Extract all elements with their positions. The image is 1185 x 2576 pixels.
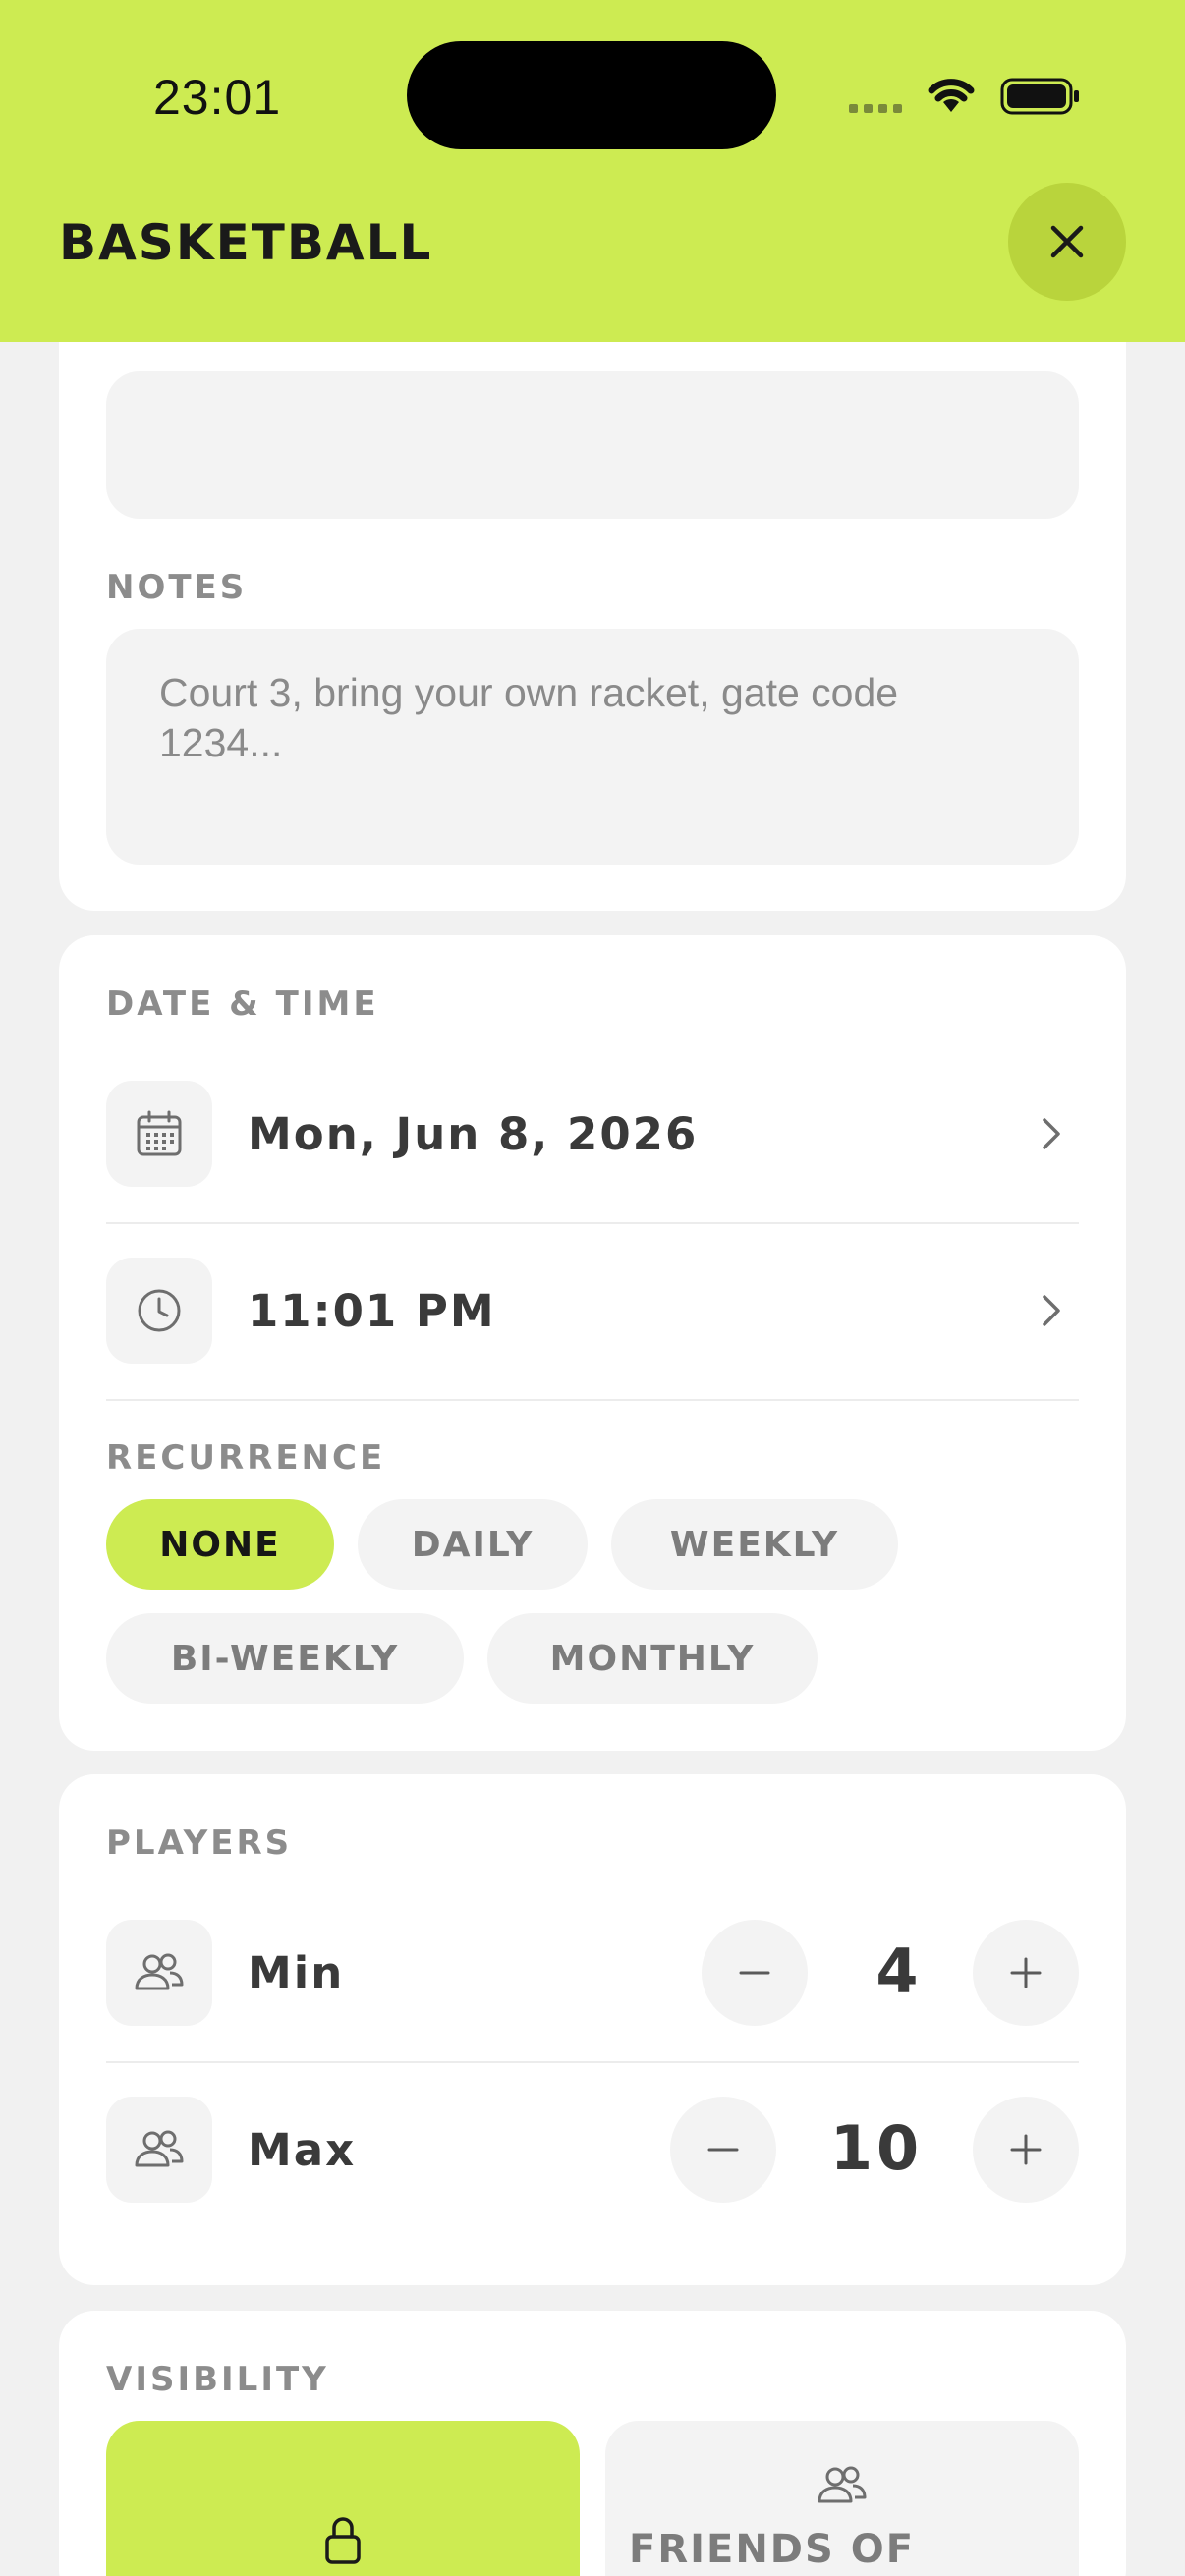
close-icon (1050, 225, 1084, 258)
page-title: BASKETBALL (59, 214, 433, 271)
minus-icon (739, 1971, 770, 1975)
max-players-value: 10 (829, 2112, 924, 2184)
players-label: PLAYERS (106, 1823, 293, 1863)
notes-field[interactable]: Court 3, bring your own racket, gate cod… (106, 629, 1079, 865)
recurrence-option-weekly[interactable]: WEEKLY (611, 1499, 898, 1590)
notes-label: NOTES (106, 568, 248, 607)
plus-icon (1010, 1957, 1042, 1988)
lock-icon (325, 2517, 361, 2564)
min-icon-box (106, 1920, 212, 2026)
time-icon-box (106, 1258, 212, 1364)
date-value: Mon, Jun 8, 2026 (248, 1108, 699, 1160)
minus-icon (707, 2148, 739, 2152)
chevron-right-icon (1043, 1295, 1060, 1326)
recurrence-option-monthly[interactable]: MONTHLY (487, 1613, 818, 1704)
recurrence-option-none[interactable]: NONE (106, 1499, 334, 1590)
min-increment-button[interactable] (973, 1920, 1079, 2026)
plus-icon (1010, 2134, 1042, 2165)
divider (106, 1222, 1079, 1224)
people-icon (818, 2466, 867, 2503)
recurrence-label: RECURRENCE (106, 1438, 386, 1478)
details-card: NOTES Court 3, bring your own racket, ga… (59, 295, 1126, 911)
chevron-right-icon (1043, 1118, 1060, 1149)
visibility-card: VISIBILITY FRIENDS OF (59, 2311, 1126, 2576)
recurrence-option-bi-weekly[interactable]: BI-WEEKLY (106, 1613, 464, 1704)
date-time-card: DATE & TIME Mon, Jun 8, 2026 11:01 PM RE… (59, 935, 1126, 1751)
visibility-label: VISIBILITY (106, 2360, 329, 2399)
notes-placeholder: Court 3, bring your own racket, gate cod… (159, 670, 899, 765)
clock-icon (138, 1289, 181, 1332)
dynamic-island (407, 41, 776, 149)
people-icon (135, 2130, 184, 2167)
cellular-signal-icon (849, 104, 902, 113)
players-card: PLAYERS Min 4 Max 10 (59, 1774, 1126, 2285)
max-decrement-button[interactable] (670, 2097, 776, 2203)
divider (106, 2061, 1079, 2063)
time-value: 11:01 PM (248, 1285, 496, 1337)
visibility-option-private[interactable] (106, 2421, 580, 2576)
date-icon-box (106, 1081, 212, 1187)
visibility-option-friends-label: FRIENDS OF (629, 2527, 916, 2572)
status-time: 23:01 (153, 70, 282, 125)
max-label: Max (248, 2124, 357, 2176)
min-players-value: 4 (875, 1935, 923, 2007)
wifi-icon (928, 79, 975, 112)
min-decrement-button[interactable] (702, 1920, 808, 2026)
close-button[interactable] (1008, 183, 1126, 301)
location-field[interactable] (106, 371, 1079, 519)
date-time-label: DATE & TIME (106, 984, 379, 1024)
max-icon-box (106, 2097, 212, 2203)
people-icon (135, 1953, 184, 1990)
battery-icon (1000, 78, 1079, 115)
min-label: Min (248, 1947, 345, 1999)
max-increment-button[interactable] (973, 2097, 1079, 2203)
visibility-option-friends[interactable]: FRIENDS OF (605, 2421, 1079, 2576)
recurrence-option-daily[interactable]: DAILY (358, 1499, 588, 1590)
divider (106, 1399, 1079, 1401)
calendar-icon (137, 1110, 182, 1156)
header-bar: 23:01 BASKETBALL (0, 0, 1185, 342)
